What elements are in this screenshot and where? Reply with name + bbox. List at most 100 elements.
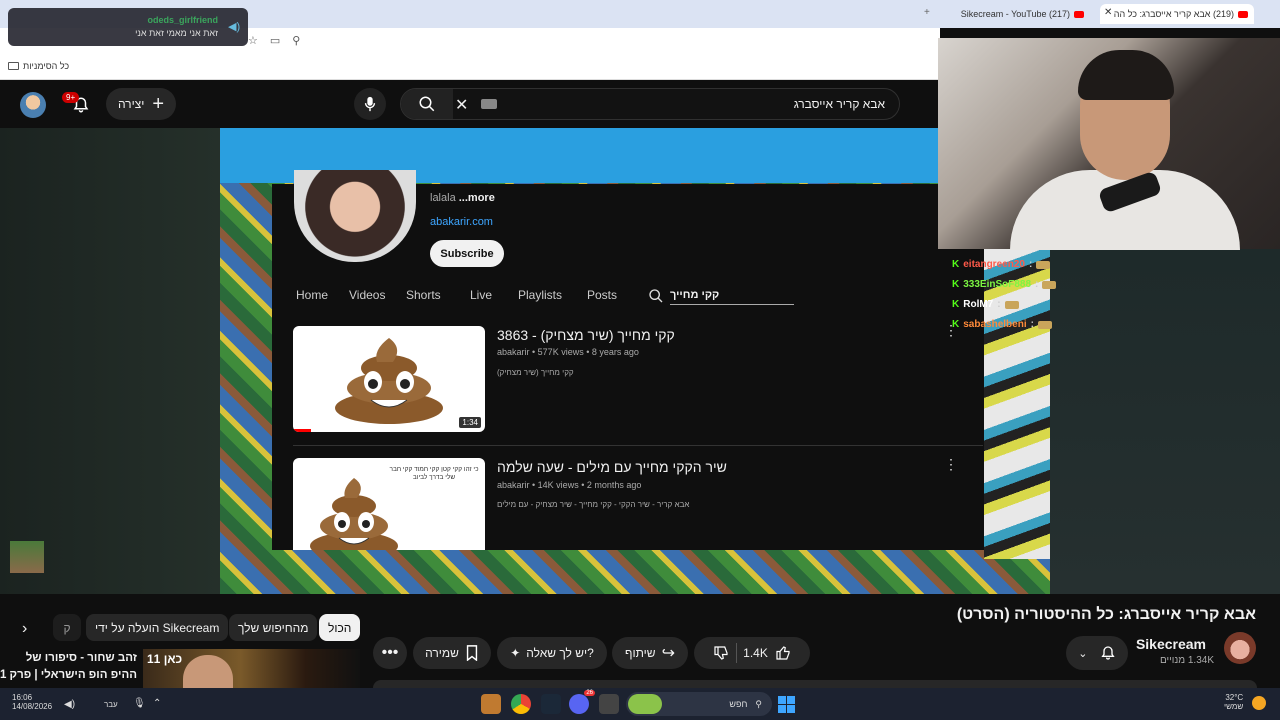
voice-username: odeds_girlfriend [147,15,218,25]
voice-search-button[interactable] [354,88,386,120]
more-horiz-icon: ••• [381,644,399,661]
app-icon[interactable] [481,694,501,714]
video-meta: abakarir • 14K views • 2 months ago [497,480,642,490]
search-icon: ⚲ [755,698,762,709]
chat-separator: : [1030,319,1034,330]
more-actions-button[interactable]: ••• [373,637,407,669]
create-button[interactable]: יצירה + [106,88,176,120]
search-box[interactable]: ✕ אבא קריר אייסברג [400,88,900,120]
like-icon[interactable] [774,644,792,662]
chip-from-search[interactable]: מהחיפוש שלך [229,614,318,641]
video-title: שיר הקקי מחייך עם מילים - שעה שלמה [497,459,727,475]
chip-partial[interactable]: ק [53,614,81,641]
video-thumbnail: 1:34 [293,326,485,432]
discord-icon[interactable]: 26 [569,690,595,714]
emote-icon [1004,300,1019,309]
channel-tab-posts: Posts [587,288,618,302]
search-button[interactable] [401,89,453,119]
tab-sikecream[interactable]: (217) Sikecream - YouTube [940,4,1090,24]
search-input[interactable]: אבא קריר אייסברג [794,97,885,111]
channel-avatar[interactable] [1224,632,1256,664]
chevron-down-icon: ⌄ [1078,647,1088,660]
language-indicator[interactable]: עבר [104,700,118,709]
chat-username: RolM7 [963,299,994,310]
chip-uploaded-by[interactable]: הועלה על ידי Sikecream [86,614,229,641]
cast-icon[interactable]: ▭ [270,34,280,47]
sun-icon [1252,696,1266,710]
all-bookmarks[interactable]: כל הסימניות [8,61,69,71]
weather-temp: 32°C [1225,693,1244,702]
system-clock[interactable]: 16:06 14/08/2026 [12,693,52,711]
chrome-icon[interactable] [511,694,531,714]
share-button[interactable]: שיתוף ↪ [612,637,688,669]
chevron-right-icon[interactable]: › [22,620,27,638]
taskbar-search-label: חפש [729,699,748,709]
voice-message: זאת אני מאמי זאת אני [135,28,218,38]
chat-message: K 333EinSoF888 : [952,279,1057,290]
video-thumbnail: כי זהו קקי קטן קקי חמוד קקי חבר שלי בדרך… [293,458,485,550]
subscription-notifications-button[interactable]: ⌄ [1066,636,1128,670]
task-view-icon[interactable] [599,694,619,714]
windows-start-icon[interactable] [778,696,795,713]
save-label: שמירה [425,646,459,660]
divider [293,445,983,446]
youtube-favicon-icon [1074,10,1084,18]
weather-widget[interactable]: 32°C שמשי [1224,693,1243,711]
bell-icon [1101,646,1115,660]
video-description: קקי מחייך (שיר מצחיק) [497,368,574,377]
account-avatar[interactable] [20,92,46,118]
steam-icon[interactable] [541,694,561,714]
kick-icon: K [952,319,960,330]
recommended-video-title[interactable]: זהב שחור - סיפורו של ההיפ הופ הישראלי | … [0,650,137,685]
chat-separator: : [1035,279,1039,290]
channel-tab-live: Live [470,288,493,302]
clear-search-icon[interactable]: ✕ [455,95,468,115]
ask-button[interactable]: ✦ יש לך שאלה? [497,637,607,669]
keyboard-icon[interactable] [481,99,497,109]
subscriber-count: 1.34K מנויים [1159,655,1214,666]
search-icon [419,96,435,112]
more-link: ...more [458,192,495,204]
dislike-icon[interactable] [712,644,730,662]
video-title: קקי מחייך (שיר מצחיק) - 3863 [497,327,675,343]
search-highlight-image [628,694,662,714]
recommended-video-thumbnail[interactable]: כאן 11 [143,649,360,689]
video-channel: abakarir [497,347,530,357]
new-tab-icon[interactable]: + [924,7,930,18]
emote-icon [1036,260,1051,269]
channel-tab-videos: Videos [349,288,386,302]
tab-title: (219) אבא קריר אייסברג: כל הה [1113,9,1234,19]
save-button[interactable]: שמירה [413,637,491,669]
volume-icon[interactable]: ◀) [64,699,75,710]
star-icon[interactable]: ☆ [248,34,258,47]
video-meta: abakarir • 577K views • 8 years ago [497,347,639,357]
zoom-icon[interactable]: ⚲ [292,34,300,47]
chip-all[interactable]: הכול [319,614,361,641]
youtube-favicon-icon [1238,10,1248,18]
thumbnail-face [183,655,233,689]
clock-date: 14/08/2026 [12,702,53,711]
chat-separator: : [1028,259,1033,270]
notification-badge: 9+ [62,92,80,103]
bookmarks-label: כל הסימניות [23,61,70,71]
tray-chevron-up-icon[interactable]: ⌃ [153,698,161,709]
close-tab-icon[interactable]: ✕ [1104,7,1112,18]
like-count[interactable]: 1.4K [743,646,768,660]
chat-username: sabashelbeni [963,319,1027,330]
microphone-icon[interactable]: 🎙 [133,698,146,709]
kan11-logo: כאן 11 [147,652,183,666]
microphone-icon [364,96,376,112]
plus-icon: + [152,92,165,115]
share-icon: ↪ [661,645,675,662]
ambient-background [0,128,220,594]
like-dislike-group: 1.4K [694,637,810,669]
video-channel: abakarir [497,480,530,490]
tab-title: (217) Sikecream - YouTube [960,9,1070,19]
video-description: אבא קריר - שיר הקקי - קקי מחייך - שיר מצ… [497,500,690,509]
poop-emoji-icon [335,338,443,424]
small-thumbnail[interactable] [10,541,44,573]
chat-username: eitangreen20 [963,259,1025,270]
tab-active[interactable]: (219) אבא קריר אייסברג: כל הה [1100,4,1254,24]
channel-name[interactable]: Sikecream [1136,636,1206,652]
video-duration: 1:34 [459,417,481,428]
